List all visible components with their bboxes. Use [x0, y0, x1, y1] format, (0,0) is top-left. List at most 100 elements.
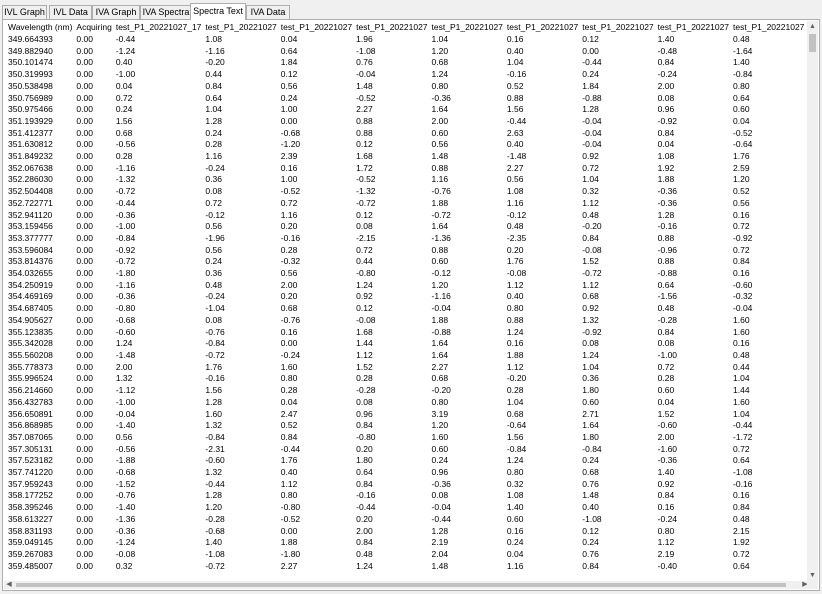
value-cell[interactable]: 2.00 — [654, 81, 729, 93]
value-cell[interactable]: 1.16 — [277, 210, 352, 222]
table-row[interactable]: 356.214660 0.00 -1.12 1.56 0.28 -0.28 -0.20 0.2… — [4, 385, 810, 397]
value-cell[interactable]: -0.44 — [729, 420, 804, 432]
value-cell[interactable]: 1.28 — [654, 210, 729, 222]
wavelength-cell[interactable]: 359.485007 — [4, 561, 72, 573]
value-cell[interactable]: 0.00 — [72, 432, 111, 444]
table-row[interactable]: 355.560208 0.00 -1.48 -0.72 -0.24 1.12 1.64 1.8… — [4, 350, 810, 362]
wavelength-cell[interactable]: 353.596084 — [4, 245, 72, 257]
wavelength-cell[interactable]: 354.032655 — [4, 268, 72, 280]
value-cell[interactable]: 0.04 — [277, 397, 352, 409]
table-row[interactable]: 357.523182 0.00 -1.88 -0.60 1.76 1.80 0.24 1.24… — [4, 455, 810, 467]
value-cell[interactable]: 0.84 — [352, 537, 427, 549]
value-cell[interactable]: -1.08 — [201, 549, 276, 561]
table-row[interactable]: 358.613227 0.00 -1.36 -0.28 -0.52 0.20 -0.44 0.… — [4, 514, 810, 526]
value-cell[interactable]: 0.00 — [72, 420, 111, 432]
table-row[interactable]: 359.267083 0.00 -0.08 -1.08 -1.80 0.48 2.04 0.0… — [4, 549, 810, 561]
table-row[interactable]: 353.159456 0.00 -1.00 0.56 0.20 0.08 1.64 0.48-… — [4, 221, 810, 233]
value-cell[interactable]: 0.28 — [277, 385, 352, 397]
value-cell[interactable]: 1.20 — [428, 420, 503, 432]
value-cell[interactable]: 0.04 — [503, 549, 578, 561]
value-cell[interactable]: 0.00 — [72, 444, 111, 456]
value-cell[interactable]: 0.00 — [72, 303, 111, 315]
value-cell[interactable]: -0.56 — [112, 444, 202, 456]
value-cell[interactable]: 1.08 — [654, 151, 729, 163]
value-cell[interactable]: -0.36 — [654, 186, 729, 198]
table-row[interactable]: 359.485007 0.00 0.32 -0.72 2.27 1.24 1.48 1.16 0… — [4, 561, 810, 573]
value-cell[interactable]: 1.84 — [578, 81, 653, 93]
value-cell[interactable]: -1.48 — [503, 151, 578, 163]
wavelength-cell[interactable]: 353.377777 — [4, 233, 72, 245]
value-cell[interactable]: 0.84 — [654, 490, 729, 502]
wavelength-cell[interactable]: 350.319993 — [4, 69, 72, 81]
table-row[interactable]: 354.250919 0.00 -1.16 0.48 2.00 1.24 1.20 1.12 1… — [4, 280, 810, 292]
value-cell[interactable]: 0.00 — [72, 210, 111, 222]
value-cell[interactable]: -1.16 — [201, 46, 276, 58]
value-cell[interactable]: -1.00 — [654, 350, 729, 362]
table-row[interactable]: 351.849232 0.00 0.28 1.16 2.39 1.68 1.48 -1.48 0… — [4, 151, 810, 163]
value-cell[interactable]: 0.16 — [277, 163, 352, 175]
value-cell[interactable]: 0.36 — [201, 174, 276, 186]
value-cell[interactable]: 0.32 — [112, 561, 202, 573]
value-cell[interactable]: -0.08 — [352, 315, 427, 327]
value-cell[interactable]: 0.40 — [503, 291, 578, 303]
value-cell[interactable]: 1.40 — [503, 502, 578, 514]
value-cell[interactable]: 0.84 — [729, 502, 804, 514]
value-cell[interactable]: 1.60 — [277, 362, 352, 374]
value-cell[interactable]: 1.60 — [729, 327, 804, 339]
wavelength-cell[interactable]: 350.538498 — [4, 81, 72, 93]
value-cell[interactable]: 0.40 — [112, 57, 202, 69]
value-cell[interactable]: 1.24 — [578, 350, 653, 362]
value-cell[interactable]: 0.52 — [503, 81, 578, 93]
value-cell[interactable]: -0.44 — [428, 514, 503, 526]
value-cell[interactable]: -0.44 — [352, 502, 427, 514]
table-row[interactable]: 357.741220 0.00 -0.68 1.32 0.40 0.64 0.96 0.80 0… — [4, 467, 810, 479]
value-cell[interactable]: 0.16 — [503, 34, 578, 46]
value-cell[interactable]: 0.00 — [72, 373, 111, 385]
value-cell[interactable]: 0.00 — [72, 245, 111, 257]
value-cell[interactable]: 0.00 — [72, 268, 111, 280]
value-cell[interactable]: 2.00 — [428, 116, 503, 128]
value-cell[interactable]: 0.80 — [277, 490, 352, 502]
value-cell[interactable]: 0.20 — [352, 444, 427, 456]
value-cell[interactable]: 0.20 — [277, 221, 352, 233]
value-cell[interactable]: 0.40 — [503, 46, 578, 58]
value-cell[interactable]: 0.68 — [578, 291, 653, 303]
wavelength-cell[interactable]: 356.432783 — [4, 397, 72, 409]
value-cell[interactable]: 0.24 — [578, 69, 653, 81]
value-cell[interactable]: 1.28 — [201, 490, 276, 502]
table-row[interactable]: 357.087065 0.00 0.56 -0.84 0.84 -0.80 1.60 1.56… — [4, 432, 810, 444]
value-cell[interactable]: -1.40 — [112, 420, 202, 432]
value-cell[interactable]: 0.28 — [503, 385, 578, 397]
value-cell[interactable]: 1.08 — [201, 34, 276, 46]
value-cell[interactable]: 1.00 — [277, 104, 352, 116]
wavelength-cell[interactable]: 351.193929 — [4, 116, 72, 128]
value-cell[interactable]: 1.24 — [503, 327, 578, 339]
value-cell[interactable]: 0.44 — [352, 256, 427, 268]
wavelength-cell[interactable]: 352.286030 — [4, 174, 72, 186]
value-cell[interactable]: 1.52 — [654, 409, 729, 421]
tab-ivl-graph[interactable]: IVL Graph — [2, 5, 47, 19]
value-cell[interactable]: -0.04 — [112, 409, 202, 421]
value-cell[interactable]: -0.64 — [503, 420, 578, 432]
horizontal-scroll-thumb[interactable] — [16, 583, 786, 587]
value-cell[interactable]: 0.08 — [428, 490, 503, 502]
value-cell[interactable]: 0.36 — [201, 268, 276, 280]
value-cell[interactable]: 0.48 — [729, 34, 804, 46]
value-cell[interactable]: -0.48 — [654, 46, 729, 58]
value-cell[interactable]: -0.28 — [352, 385, 427, 397]
value-cell[interactable]: -0.20 — [428, 385, 503, 397]
wavelength-cell[interactable]: 355.560208 — [4, 350, 72, 362]
value-cell[interactable]: 0.00 — [72, 479, 111, 491]
value-cell[interactable]: -0.52 — [352, 93, 427, 105]
value-cell[interactable]: 1.92 — [729, 537, 804, 549]
value-cell[interactable]: -2.15 — [352, 233, 427, 245]
tab-ivl-data[interactable]: IVL Data — [49, 5, 92, 19]
value-cell[interactable]: 0.00 — [72, 233, 111, 245]
value-cell[interactable]: 0.68 — [277, 303, 352, 315]
value-cell[interactable]: 0.76 — [578, 549, 653, 561]
value-cell[interactable]: 0.16 — [503, 338, 578, 350]
value-cell[interactable]: 0.72 — [352, 245, 427, 257]
value-cell[interactable]: 0.00 — [277, 526, 352, 538]
value-cell[interactable]: 0.44 — [201, 69, 276, 81]
value-cell[interactable]: -1.24 — [112, 46, 202, 58]
